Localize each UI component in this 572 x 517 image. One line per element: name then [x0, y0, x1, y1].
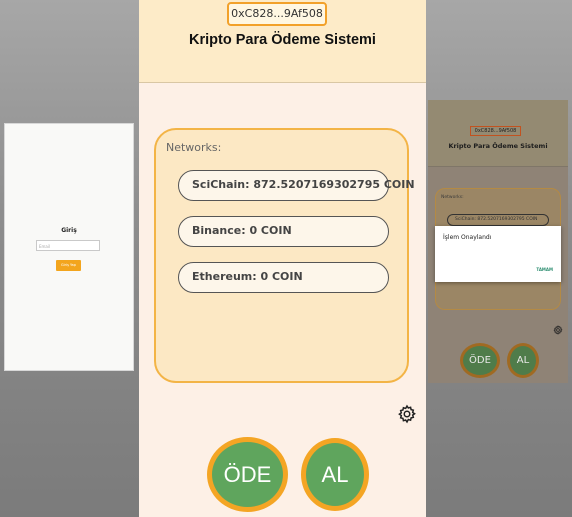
network-item-ethereum[interactable]: Ethereum: 0 COIN [178, 262, 389, 293]
confirm-network-item: SciChain: 872.5207169302795 COIN [447, 214, 549, 226]
login-title: Giriş [61, 227, 77, 234]
confirm-pay-button: ÖDE [460, 343, 500, 378]
app-header: 0xC828...9Af508 Kripto Para Ödeme Sistem… [139, 0, 426, 83]
gear-icon [553, 325, 563, 335]
main-screen: 0xC828...9Af508 Kripto Para Ödeme Sistem… [139, 0, 426, 517]
confirm-screen: 0xC828...9Af508 Kripto Para Ödeme Sistem… [428, 100, 568, 383]
networks-label: Networks: [166, 141, 222, 154]
login-screen: Giriş Email Giriş Yap [4, 123, 134, 371]
wallet-address-badge-small: 0xC828...9Af508 [470, 126, 521, 136]
confirm-receive-button: AL [507, 343, 539, 378]
confirm-networks-label: Networks: [441, 195, 464, 200]
networks-card: Networks: SciChain: 872.5207169302795 CO… [154, 128, 415, 383]
confirmation-dialog: İşlem Onaylandı TAMAM [435, 226, 561, 282]
gear-icon[interactable] [397, 404, 417, 424]
network-item-scichain[interactable]: SciChain: 872.5207169302795 COIN [178, 170, 415, 201]
confirm-page-title: Kripto Para Ödeme Sistemi [448, 142, 548, 150]
page-title: Kripto Para Ödeme Sistemi [189, 32, 376, 48]
network-item-binance[interactable]: Binance: 0 COIN [178, 216, 389, 247]
login-button[interactable]: Giriş Yap [56, 260, 81, 271]
email-field[interactable]: Email [36, 240, 100, 251]
confirm-header: 0xC828...9Af508 Kripto Para Ödeme Sistem… [428, 100, 568, 167]
dialog-ok-button[interactable]: TAMAM [536, 267, 553, 272]
wallet-address-badge[interactable]: 0xC828...9Af508 [227, 2, 327, 26]
dialog-message: İşlem Onaylandı [443, 234, 492, 241]
receive-button[interactable]: AL [301, 438, 369, 511]
pay-button[interactable]: ÖDE [207, 437, 288, 512]
